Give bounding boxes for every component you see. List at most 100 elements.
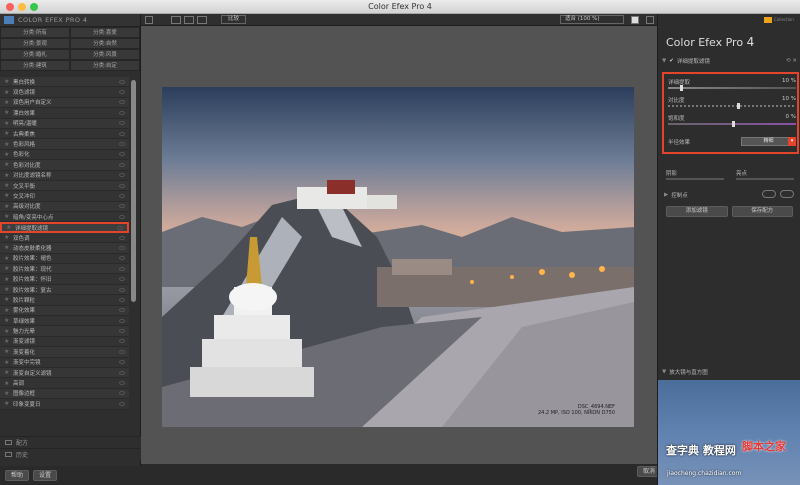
favorite-star-icon[interactable]: ★ <box>6 224 12 231</box>
preview-eye-icon[interactable] <box>119 131 125 136</box>
preview-eye-icon[interactable] <box>119 308 125 313</box>
preview-eye-icon[interactable] <box>119 287 125 292</box>
category-button[interactable]: 分类:所有 <box>0 27 70 38</box>
param-slider-knob[interactable] <box>732 121 735 127</box>
favorite-star-icon[interactable]: ★ <box>4 244 10 251</box>
favorite-star-icon[interactable]: ★ <box>4 213 10 220</box>
expand-triangle-icon[interactable]: ▼ <box>662 58 666 64</box>
filter-item[interactable]: ★ 交叉冲印 <box>0 191 129 202</box>
preview-eye-icon[interactable] <box>117 225 123 230</box>
preview-eye-icon[interactable] <box>119 329 125 334</box>
preview-eye-icon[interactable] <box>119 256 125 261</box>
right-panel-toggle-icon[interactable] <box>646 16 654 24</box>
filter-item[interactable]: ★ 胶片颗粒 <box>0 295 129 306</box>
filter-item[interactable]: ★ 渐变中完镜 <box>0 357 129 368</box>
favorite-star-icon[interactable]: ★ <box>4 78 10 85</box>
preview-eye-icon[interactable] <box>119 370 125 375</box>
preview-eye-icon[interactable] <box>119 90 125 95</box>
preview-eye-icon[interactable] <box>119 183 125 188</box>
shadow-slider[interactable] <box>666 178 724 180</box>
favorite-star-icon[interactable]: ★ <box>4 390 10 397</box>
history-section[interactable]: 历史 <box>0 448 141 460</box>
split-view-icon[interactable] <box>184 16 194 24</box>
param-slider-knob[interactable] <box>680 85 683 91</box>
expand-triangle-icon[interactable]: ▶ <box>664 192 668 198</box>
category-button[interactable]: 分类:景观 <box>0 38 70 49</box>
save-recipe-button[interactable]: 保存配方 <box>731 206 793 217</box>
preview-eye-icon[interactable] <box>119 173 125 178</box>
filter-item[interactable]: ★ 雾化效果 <box>0 305 129 316</box>
recipes-section[interactable]: 配方 <box>0 436 141 448</box>
filter-item[interactable]: ★ 魅力光晕 <box>0 326 129 337</box>
favorite-star-icon[interactable]: ★ <box>4 265 10 272</box>
filter-list-scrollbar[interactable] <box>131 80 136 302</box>
filter-item[interactable]: ★ 色彩风格 <box>0 139 129 150</box>
preview-eye-icon[interactable] <box>119 349 125 354</box>
preview-eye-icon[interactable] <box>119 266 125 271</box>
help-button[interactable]: 帮助 <box>5 470 30 481</box>
filter-item[interactable]: ★ 胶片效果：怀旧 <box>0 274 129 285</box>
favorite-star-icon[interactable]: ★ <box>4 172 10 179</box>
filter-item[interactable]: ★ 动态皮肤柔化器 <box>0 243 129 254</box>
preview-eye-icon[interactable] <box>119 204 125 209</box>
expand-triangle-icon[interactable]: ▼ <box>662 369 666 375</box>
favorite-star-icon[interactable]: ★ <box>4 192 10 199</box>
favorite-star-icon[interactable]: ★ <box>4 286 10 293</box>
favorite-star-icon[interactable]: ★ <box>4 255 10 262</box>
filter-item[interactable]: ★ 漂白效果 <box>0 108 129 119</box>
filter-item[interactable]: ★ 双色调 <box>0 232 129 244</box>
remove-control-point-icon[interactable] <box>780 190 794 198</box>
preview-eye-icon[interactable] <box>119 339 125 344</box>
filter-item[interactable]: ★ 双色滤镜 <box>0 87 129 98</box>
filter-item[interactable]: ★ 渐变自定义滤镜 <box>0 367 129 379</box>
filter-item[interactable]: ★ 胶片效果：褪色 <box>0 253 129 265</box>
category-button[interactable]: 分类:喜爱 <box>70 27 140 38</box>
preview-eye-icon[interactable] <box>119 110 125 115</box>
favorite-star-icon[interactable]: ★ <box>4 296 10 303</box>
preview-eye-icon[interactable] <box>119 193 125 198</box>
filter-item-selected[interactable]: ★ 详细提取滤镜 <box>0 222 129 233</box>
filter-item[interactable]: ★ 色彩化 <box>0 149 129 161</box>
preview-eye-icon[interactable] <box>119 100 125 105</box>
filter-item[interactable]: ★ 明亮/温暖 <box>0 118 129 129</box>
favorite-star-icon[interactable]: ★ <box>4 182 10 189</box>
favorite-star-icon[interactable]: ★ <box>4 307 10 314</box>
filter-item[interactable]: ★ 渐变滤镜 <box>0 336 129 348</box>
favorite-star-icon[interactable]: ★ <box>4 161 10 168</box>
favorite-star-icon[interactable]: ★ <box>4 328 10 335</box>
param-slider-knob[interactable] <box>737 103 740 109</box>
preview-eye-icon[interactable] <box>119 245 125 250</box>
filter-item[interactable]: ★ 双色用户自定义 <box>0 97 129 109</box>
preview-eye-icon[interactable] <box>119 152 125 157</box>
param-slider-track[interactable] <box>668 87 796 89</box>
filter-item[interactable]: ★ 高调 <box>0 378 129 389</box>
filter-item[interactable]: ★ 图像边框 <box>0 388 129 400</box>
preview-eye-icon[interactable] <box>119 235 125 240</box>
filter-item[interactable]: ★ 印象变夏日 <box>0 399 129 410</box>
category-button[interactable]: 分类:自定 <box>70 60 140 71</box>
loupe-histogram-header[interactable]: ▼ 放大镜与直方图 <box>662 367 797 377</box>
preview-eye-icon[interactable] <box>119 318 125 323</box>
category-button[interactable]: 分类:自然 <box>70 38 140 49</box>
side-by-side-icon[interactable] <box>197 16 207 24</box>
filter-item[interactable]: ★ 胶片效果：复古 <box>0 284 129 296</box>
favorite-star-icon[interactable]: ★ <box>4 203 10 210</box>
favorite-star-icon[interactable]: ★ <box>4 276 10 283</box>
preview-image[interactable] <box>162 87 634 427</box>
favorite-star-icon[interactable]: ★ <box>4 130 10 137</box>
preview-eye-icon[interactable] <box>119 360 125 365</box>
single-view-icon[interactable] <box>171 16 181 24</box>
panel-toggle-icon[interactable] <box>145 16 153 24</box>
preview-eye-icon[interactable] <box>119 121 125 126</box>
category-button[interactable]: 分类:建筑 <box>0 60 70 71</box>
grain-select[interactable]: 精细 ▾ <box>741 137 796 146</box>
category-button[interactable]: 分类:婚礼 <box>0 49 70 60</box>
category-button[interactable]: 分类:风景 <box>70 49 140 60</box>
favorite-star-icon[interactable]: ★ <box>4 151 10 158</box>
favorite-star-icon[interactable]: ★ <box>4 338 10 345</box>
filter-item[interactable]: ★ 渐变着化 <box>0 347 129 358</box>
param-slider-track[interactable] <box>668 105 796 107</box>
favorite-star-icon[interactable]: ★ <box>4 317 10 324</box>
preview-eye-icon[interactable] <box>119 277 125 282</box>
preview-eye-icon[interactable] <box>119 297 125 302</box>
